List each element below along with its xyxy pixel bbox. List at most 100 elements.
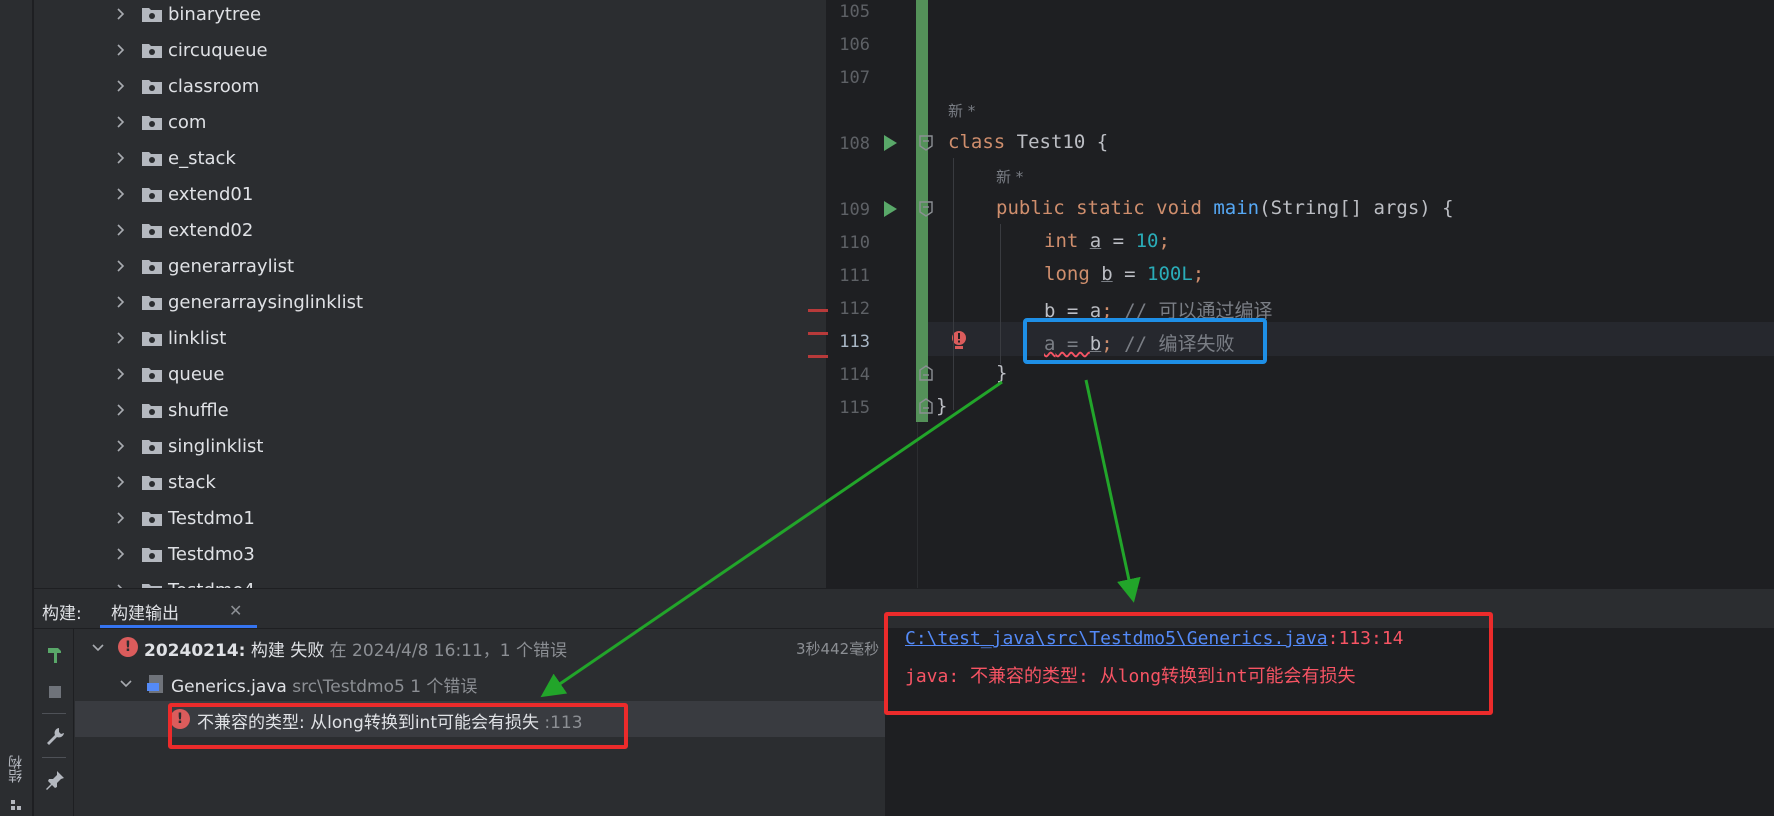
tree-item-label: Testdmo1 xyxy=(168,507,255,529)
line-number: 114 xyxy=(839,365,870,385)
line-number: 111 xyxy=(839,266,870,286)
active-tab-indicator xyxy=(100,625,257,628)
tree-item-label: extend02 xyxy=(168,219,254,241)
tree-item-generarraysinglinklist[interactable]: generarraysinglinklist xyxy=(34,284,826,320)
tree-item-extend01[interactable]: extend01 xyxy=(34,176,826,212)
tree-item-extend02[interactable]: extend02 xyxy=(34,212,826,248)
package-folder-icon xyxy=(142,260,162,274)
package-folder-icon xyxy=(142,116,162,130)
wrench-icon[interactable] xyxy=(44,725,66,747)
build-result-row[interactable]: ! 20240214: 构建 失败 在 2024/4/8 16:11，1 个错误… xyxy=(75,629,885,665)
package-folder-icon xyxy=(142,368,162,382)
pin-icon[interactable] xyxy=(44,769,66,791)
tree-item-binarytree[interactable]: binarytree xyxy=(34,0,826,32)
indent-guide xyxy=(953,158,954,410)
package-folder-icon xyxy=(142,512,162,526)
tree-item-label: linklist xyxy=(168,327,227,349)
fold-icon[interactable] xyxy=(919,365,933,381)
chevron-down-icon[interactable] xyxy=(119,677,133,691)
line-number: 112 xyxy=(839,299,870,319)
tree-item-singlinklist[interactable]: singlinklist xyxy=(34,428,826,464)
tree-item-testdmo4[interactable]: Testdmo4 xyxy=(34,572,826,588)
package-folder-icon xyxy=(142,44,162,58)
chevron-right-icon[interactable] xyxy=(114,439,128,453)
tree-item-linklist[interactable]: linklist xyxy=(34,320,826,356)
tree-item-e-stack[interactable]: e_stack xyxy=(34,140,826,176)
stop-icon[interactable] xyxy=(44,681,66,703)
code-line-115: } xyxy=(936,395,948,417)
error-stripe-mark[interactable] xyxy=(808,355,830,358)
tree-item-label: generarraylist xyxy=(168,255,295,277)
tree-item-classroom[interactable]: classroom xyxy=(34,68,826,104)
package-folder-icon xyxy=(142,152,162,166)
tree-item-com[interactable]: com xyxy=(34,104,826,140)
chevron-right-icon[interactable] xyxy=(114,7,128,21)
line-number: 109 xyxy=(839,200,870,220)
tree-item-label: com xyxy=(168,111,207,133)
chevron-right-icon[interactable] xyxy=(114,151,128,165)
package-folder-icon xyxy=(142,8,162,22)
tree-item-testdmo3[interactable]: Testdmo3 xyxy=(34,536,826,572)
tree-item-label: circuqueue xyxy=(168,39,268,61)
author-hint[interactable]: 新 * xyxy=(948,100,975,121)
left-tool-strip: 结构 xyxy=(0,0,33,816)
chevron-right-icon[interactable] xyxy=(114,43,128,57)
build-file-text: Generics.java src\Testdmo5 1 个错误 xyxy=(171,677,478,697)
code-line-110: int a = 10; xyxy=(1044,230,1170,252)
current-line-highlight xyxy=(828,322,1774,356)
tree-item-shuffle[interactable]: shuffle xyxy=(34,392,826,428)
build-file-row[interactable]: Generics.java src\Testdmo5 1 个错误 xyxy=(75,665,885,701)
chevron-right-icon[interactable] xyxy=(114,295,128,309)
tree-item-label: Testdmo4 xyxy=(168,580,255,589)
chevron-right-icon[interactable] xyxy=(114,475,128,489)
chevron-down-icon[interactable] xyxy=(91,641,105,655)
tab-build-output[interactable]: 构建输出 xyxy=(111,599,179,624)
author-hint[interactable]: 新 * xyxy=(996,166,1023,187)
chevron-right-icon[interactable] xyxy=(114,547,128,561)
tree-item-label: generarraysinglinklist xyxy=(168,291,364,313)
code-editor[interactable]: 105 106 107 108 109 110 111 112 113 114 … xyxy=(828,0,1774,588)
error-line-highlight-box xyxy=(1023,318,1267,364)
package-folder-icon xyxy=(142,80,162,94)
fold-icon[interactable] xyxy=(919,201,933,217)
chevron-right-icon[interactable] xyxy=(114,223,128,237)
fold-icon[interactable] xyxy=(919,135,933,151)
tree-item-circuqueue[interactable]: circuqueue xyxy=(34,32,826,68)
build-toolbar xyxy=(34,629,74,816)
editor-gutter: 105 106 107 108 109 110 111 112 113 114 … xyxy=(828,0,918,588)
build-result-text: 20240214: 构建 失败 在 2024/4/8 16:11，1 个错误 xyxy=(144,641,568,661)
chevron-right-icon[interactable] xyxy=(114,115,128,129)
build-duration: 3秒442毫秒 xyxy=(796,640,880,658)
code-line-109: public static void main(String[] args) { xyxy=(996,197,1454,219)
indent-guide xyxy=(1000,224,1001,364)
structure-tab[interactable]: 结构 xyxy=(6,755,28,783)
error-stripe-mark[interactable] xyxy=(808,309,830,312)
tree-item-testdmo1[interactable]: Testdmo1 xyxy=(34,500,826,536)
project-tree: binarytree circuqueue classroom com e_st… xyxy=(34,0,826,588)
error-icon: ! xyxy=(118,637,138,657)
hammer-icon[interactable] xyxy=(44,643,66,665)
package-folder-icon xyxy=(142,404,162,418)
tree-item-stack[interactable]: stack xyxy=(34,464,826,500)
chevron-right-icon[interactable] xyxy=(114,331,128,345)
close-icon[interactable]: ✕ xyxy=(229,601,242,620)
structure-icon[interactable] xyxy=(11,800,21,810)
build-title: 构建: xyxy=(42,604,82,624)
tree-item-queue[interactable]: queue xyxy=(34,356,826,392)
chevron-right-icon[interactable] xyxy=(114,187,128,201)
toolbar-separator xyxy=(42,757,66,758)
package-folder-icon xyxy=(142,440,162,454)
tree-item-label: singlinklist xyxy=(168,435,264,457)
error-stripe-mark[interactable] xyxy=(808,332,830,335)
chevron-right-icon[interactable] xyxy=(114,403,128,417)
run-icon[interactable] xyxy=(882,134,898,152)
run-icon[interactable] xyxy=(882,200,898,218)
tree-item-generarraylist[interactable]: generarraylist xyxy=(34,248,826,284)
error-row-highlight-box xyxy=(168,703,628,749)
chevron-right-icon[interactable] xyxy=(114,511,128,525)
chevron-right-icon[interactable] xyxy=(114,367,128,381)
java-file-icon xyxy=(147,675,163,693)
chevron-right-icon[interactable] xyxy=(114,259,128,273)
chevron-right-icon[interactable] xyxy=(114,79,128,93)
fold-icon[interactable] xyxy=(919,398,933,414)
